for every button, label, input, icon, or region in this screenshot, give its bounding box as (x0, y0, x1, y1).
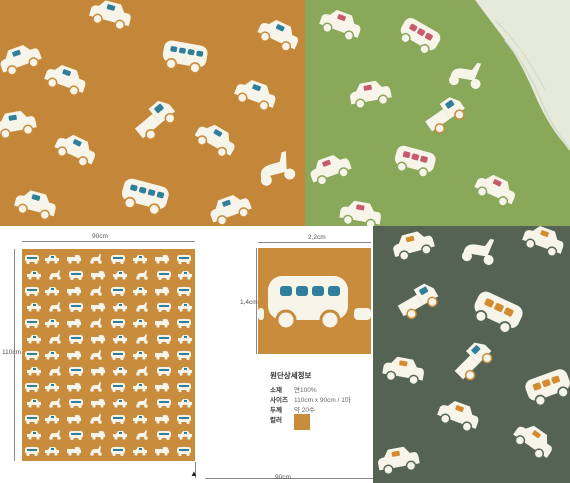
detail-label: 컬러 (270, 417, 282, 424)
detail-row-size: 사이즈 110cm x 90cm / 1마 (270, 394, 351, 404)
mustard-fabric-pattern (0, 0, 305, 226)
mustard-fabric-photo (0, 0, 305, 226)
green-fabric-photo (305, 0, 570, 226)
fabric-details-title: 원단상세정보 (270, 371, 312, 380)
bottom-label: 90cm (275, 474, 291, 481)
fabric-info-panel: 90cm 110cm ▲ 90cm 2,2cm 1,4cm 원단상세정보 소재 … (0, 226, 373, 483)
detail-label: 두께 (270, 407, 282, 414)
gray-fabric-pattern (373, 226, 570, 483)
detail-value: 110cm x 90cm / 1마 (294, 397, 351, 404)
gray-fabric-photo (373, 226, 570, 483)
detail-label: 사이즈 (270, 397, 288, 404)
detail-value: 약 20수 (294, 407, 315, 414)
detail-label: 소재 (270, 387, 282, 394)
width-label: 90cm (92, 233, 108, 240)
green-fabric-pattern (305, 0, 570, 226)
detail-row-color: 컬러 (270, 414, 294, 424)
detail-width-line (258, 242, 371, 243)
height-label: 110cm (2, 349, 22, 356)
width-dimension-line (22, 241, 195, 242)
detail-row-thickness: 두께 약 20수 (270, 404, 315, 414)
flat-fabric-swatch (22, 249, 195, 461)
detail-row-material: 소재 면100% (270, 384, 317, 394)
bottom-marker-arrow: ▲ (190, 469, 198, 478)
detail-width-label: 2,2cm (308, 234, 326, 241)
detail-zoom-swatch (258, 248, 371, 354)
detail-height-label: 1,4cm (240, 299, 258, 306)
color-swatch (294, 414, 310, 430)
detail-value: 면100% (294, 387, 317, 394)
